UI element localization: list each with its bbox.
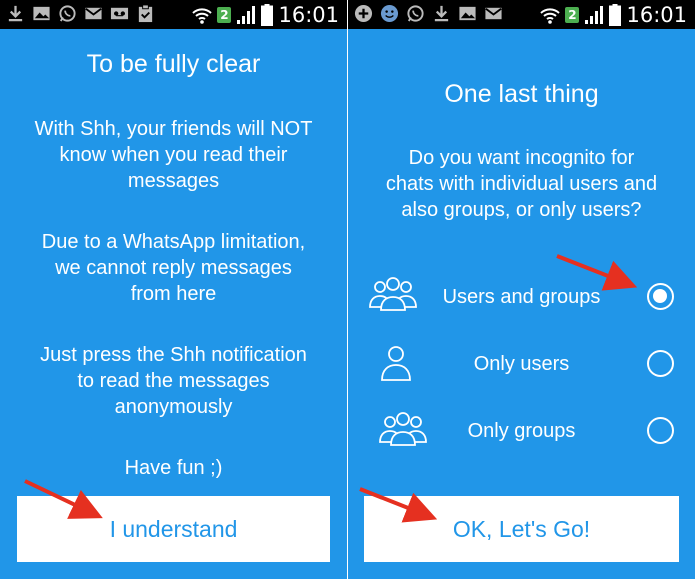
- radio-selected-dot: [653, 289, 667, 303]
- option-label: Only users: [473, 353, 570, 375]
- info-text-privacy: With Shh, your friends will NOT know whe…: [34, 118, 313, 192]
- whatsapp-icon: [59, 5, 76, 22]
- smiley-icon: [380, 4, 399, 23]
- incognito-setup-screen: 2 16:01 One last thing Do you want incog…: [348, 0, 695, 579]
- radio-only-users[interactable]: [647, 350, 674, 377]
- info-text-instructions: Just press the Shh notification to read …: [40, 344, 307, 418]
- option-only-users[interactable]: Only users: [348, 334, 695, 394]
- add-icon: [354, 4, 373, 23]
- gmail-icon: [485, 7, 502, 20]
- voicemail-icon: [110, 7, 129, 20]
- ok-lets-go-button[interactable]: OK, Let's Go!: [364, 496, 679, 562]
- image-icon: [33, 6, 50, 21]
- option-label: Users and groups: [442, 286, 601, 308]
- status-time: 16:01: [626, 3, 687, 27]
- option-label: Only groups: [467, 420, 576, 442]
- radio-users-and-groups[interactable]: [647, 283, 674, 310]
- i-understand-button[interactable]: I understand: [17, 496, 330, 562]
- intro-screen: 2 16:01 To be fully clear With Shh, your…: [0, 0, 347, 579]
- page-title: To be fully clear: [86, 50, 261, 78]
- signal-icon: [237, 6, 256, 24]
- status-bar: 2 16:01: [0, 0, 347, 29]
- status-bar: 2 16:01: [348, 0, 695, 29]
- whatsapp-icon: [407, 5, 424, 22]
- incognito-question: Do you want incognito for chats with ind…: [385, 147, 658, 221]
- radio-only-groups[interactable]: [647, 417, 674, 444]
- download-icon: [434, 5, 449, 22]
- option-users-and-groups[interactable]: Users and groups: [348, 267, 695, 327]
- page-title: One last thing: [444, 80, 599, 108]
- clipboard-icon: [138, 4, 153, 23]
- info-text-limitation: Due to a WhatsApp limitation, we cannot …: [41, 231, 306, 305]
- wifi-icon: [192, 8, 213, 24]
- battery-icon: [609, 4, 622, 26]
- gmail-icon: [85, 7, 102, 20]
- download-icon: [8, 5, 23, 22]
- network-badge: 2: [217, 7, 232, 23]
- option-only-groups[interactable]: Only groups: [348, 401, 695, 461]
- signal-icon: [585, 6, 604, 24]
- wifi-icon: [540, 8, 561, 24]
- image-icon: [459, 6, 476, 21]
- status-time: 16:01: [278, 3, 339, 27]
- battery-icon: [261, 4, 274, 26]
- network-badge: 2: [565, 7, 580, 23]
- info-text-have-fun: Have fun ;): [124, 457, 223, 479]
